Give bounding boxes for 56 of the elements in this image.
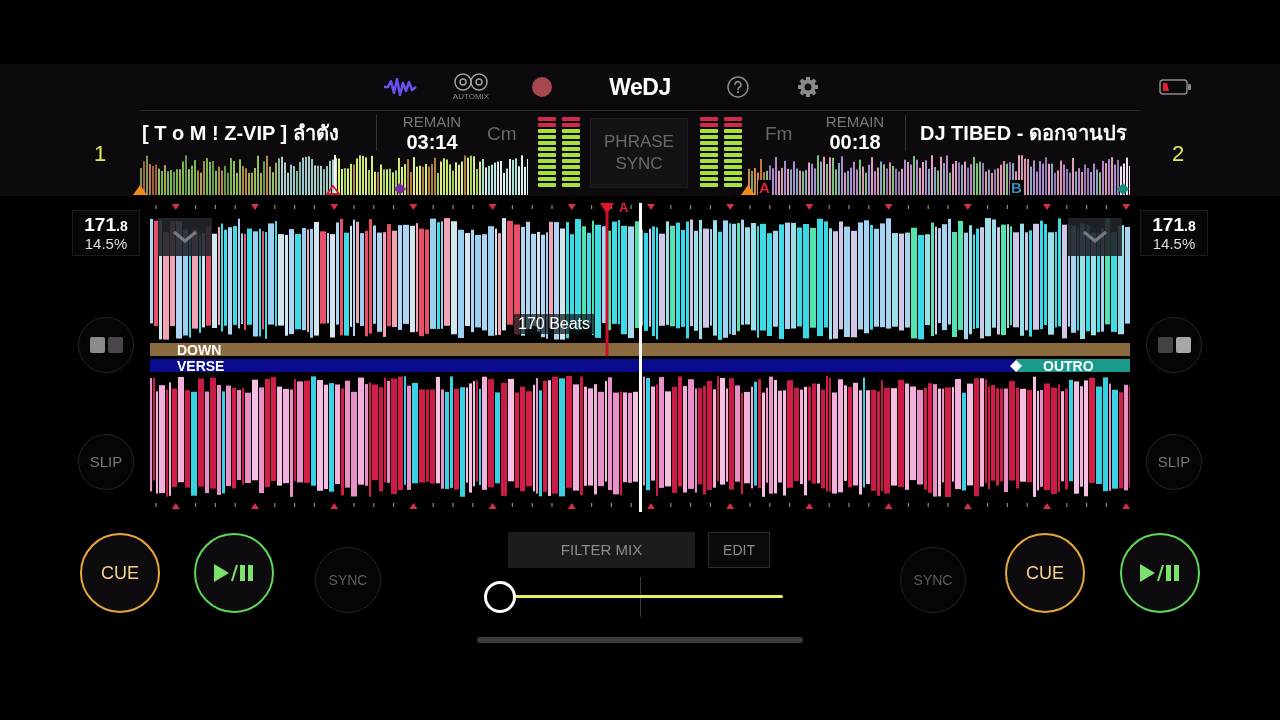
phrase-sync-button[interactable]: PHRASE SYNC (590, 118, 688, 188)
settings-icon[interactable] (798, 77, 818, 97)
play-pause-icon (214, 564, 254, 582)
cue-button[interactable]: CUE (1005, 533, 1085, 613)
pad-mode-button[interactable] (1146, 317, 1202, 373)
phrase-label: OUTRO (1043, 358, 1094, 373)
track-title: DJ TIBED - ดอกจานปร (920, 123, 1127, 143)
tempo-percent: 14.5% (84, 236, 128, 251)
record-icon[interactable] (532, 77, 552, 97)
slip-button[interactable]: SLIP (1146, 434, 1202, 490)
edit-button[interactable]: EDIT (708, 532, 770, 568)
help-icon[interactable] (727, 76, 749, 98)
diamond-marker-icon (1117, 183, 1129, 195)
beat-count-label: 170 Beats (514, 314, 595, 334)
cue-label: B (1010, 180, 1023, 195)
app-logo: WeDJ (609, 75, 671, 99)
triangle-marker-icon (326, 185, 340, 195)
diamond-marker-icon (1010, 359, 1022, 372)
filter-mix-button[interactable]: FILTER MIX (508, 532, 695, 568)
collapse-button[interactable] (1068, 218, 1122, 256)
triangle-marker-icon (133, 185, 147, 195)
triangle-marker-icon (741, 185, 755, 195)
remain-label: REMAIN (825, 114, 885, 129)
phrase-label: VERSE (177, 358, 225, 373)
battery-icon (1159, 79, 1191, 95)
track-title: [ T o M ! Z-VIP ] ลำตัง (142, 123, 339, 143)
tempo-percent: 14.5% (1152, 236, 1196, 251)
cue-button[interactable]: CUE (80, 533, 160, 613)
two-squares-icon (1157, 337, 1191, 353)
automix-button[interactable]: AUTOMIX (452, 73, 490, 101)
bpm-readout: 171.8 (84, 215, 128, 234)
chevron-down-icon (1082, 230, 1108, 244)
chevron-down-icon (172, 230, 198, 244)
bpm-readout: 171.8 (1152, 215, 1196, 234)
waveform-icon[interactable] (383, 78, 417, 96)
crossfader-knob[interactable] (484, 581, 516, 613)
phrase-label: DOWN (177, 342, 222, 357)
sync-button[interactable]: SYNC (900, 547, 966, 613)
pad-mode-button[interactable] (78, 317, 134, 373)
cue-label: A (619, 201, 629, 214)
two-squares-icon (89, 337, 123, 353)
track-key: Fm (765, 123, 793, 143)
diamond-marker-icon (394, 183, 406, 195)
play-pause-icon (1140, 564, 1180, 582)
cue-label: A (758, 180, 771, 195)
remain-label: REMAIN (402, 114, 462, 129)
remaining-time: 03:14 (406, 132, 458, 152)
track-key: Cm (487, 123, 517, 143)
sync-button[interactable]: SYNC (315, 547, 381, 613)
deck-number: 2 (1172, 142, 1185, 165)
slip-button[interactable]: SLIP (78, 434, 134, 490)
deck-number: 1 (94, 142, 107, 165)
twin-circles-icon (454, 73, 488, 91)
crossfader-track[interactable] (484, 581, 783, 613)
remaining-time: 00:18 (829, 132, 881, 152)
collapse-button[interactable] (158, 218, 212, 256)
